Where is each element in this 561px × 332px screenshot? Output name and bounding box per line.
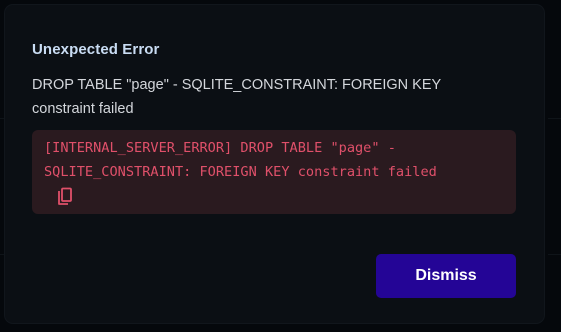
dismiss-button[interactable]: Dismiss (376, 254, 516, 298)
backdrop-divider (548, 118, 561, 119)
error-message: DROP TABLE "page" - SQLITE_CONSTRAINT: F… (32, 77, 441, 117)
backdrop-divider (548, 254, 561, 255)
dialog-title: Unexpected Error (32, 41, 160, 58)
error-detail-text: [INTERNAL_SERVER_ERROR] DROP TABLE "page… (44, 140, 437, 180)
copy-icon[interactable] (56, 187, 74, 207)
error-detail-box: [INTERNAL_SERVER_ERROR] DROP TABLE "page… (32, 130, 516, 214)
error-dialog: Unexpected Error DROP TABLE "page" - SQL… (5, 5, 544, 323)
